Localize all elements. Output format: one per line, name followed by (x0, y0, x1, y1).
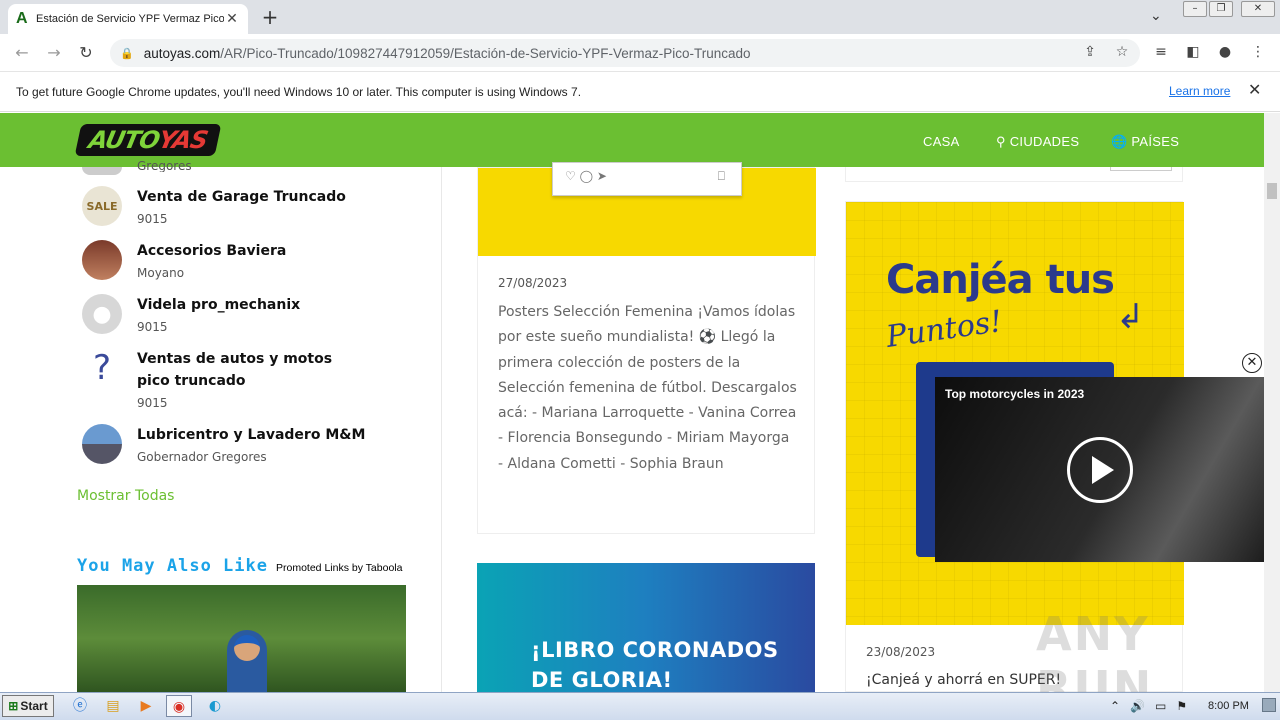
start-button[interactable]: ⊞ Start (2, 695, 54, 717)
profile-avatar-icon[interactable]: ● (1215, 44, 1235, 60)
post-image-phone: ♡ ◯ ➤ ⎕ (552, 162, 742, 196)
business-item[interactable]: Lubricentro y Lavadero M&M Gobernador Gre… (82, 424, 365, 464)
chrome-icon[interactable]: ◉ (166, 695, 192, 717)
nav-home[interactable]: CASA (923, 134, 960, 149)
infobar-close-icon[interactable]: ✕ (1248, 80, 1261, 100)
video-title: Top motorcycles in 2023 (945, 387, 1085, 401)
you-may-also-like-heading: You May Also Like (77, 556, 268, 576)
promoted-image[interactable] (77, 585, 406, 692)
reading-list-icon[interactable]: ≡ (1151, 44, 1171, 60)
url-text: autoyas.com/AR/Pico-Truncado/10982744791… (143, 45, 751, 61)
business-name: Lubricentro y Lavadero M&M (137, 427, 366, 443)
post-card[interactable]: ¡LIBRO CORONADOS DE GLORIA! (477, 563, 815, 692)
business-item[interactable]: Accesorios Baviera Moyano (82, 240, 286, 280)
lock-icon[interactable]: 🔒 (120, 47, 134, 60)
partial-avatar (82, 167, 122, 175)
post-image-heading: Canjéa tus (886, 257, 1115, 303)
show-desktop-button[interactable] (1262, 698, 1276, 712)
business-item[interactable]: ? Ventas de autos y motos pico truncado 9… (82, 348, 367, 410)
business-item[interactable]: ● Videla pro_mechanix 9015 (82, 294, 300, 334)
question-mark-icon: ? (82, 348, 122, 388)
page-scrollbar[interactable] (1264, 113, 1280, 692)
address-bar[interactable]: 🔒 autoyas.com/AR/Pico-Truncado/109827447… (110, 39, 1140, 67)
post-image-title: ¡LIBRO CORONADOS DE GLORIA! (531, 638, 779, 692)
edge-icon[interactable]: ◐ (202, 695, 228, 717)
forward-button[interactable]: → (42, 42, 66, 64)
autoyas-logo[interactable]: AUTOYAS (74, 124, 222, 156)
reload-button[interactable]: ↻ (74, 42, 98, 64)
new-tab-button[interactable]: + (258, 6, 282, 30)
media-player-icon[interactable]: ▶ (133, 695, 159, 717)
system-tray[interactable]: ⌃ 🔊 ▭ ⚑ (1110, 699, 1187, 713)
tab-title: Estación de Servicio YPF Vermaz Pico (36, 13, 224, 25)
update-infobar: To get future Google Chrome updates, you… (0, 72, 1280, 112)
scrollbar-thumb[interactable] (1267, 183, 1277, 199)
windows-taskbar (0, 692, 1280, 720)
business-item[interactable]: SALE Venta de Garage Truncado 9015 (82, 186, 346, 226)
card-bottom-partial (845, 167, 1183, 182)
sale-sign-icon: SALE (82, 186, 122, 226)
post-text: ¡Canjeá y ahorrá en SUPER! (866, 672, 1062, 688)
post-text: Posters Selección Femenina ¡Vamos ídolas… (498, 304, 797, 472)
play-icon[interactable] (1067, 437, 1133, 503)
video-player[interactable]: Top motorcycles in 2023 (935, 377, 1264, 562)
infobar-text: To get future Google Chrome updates, you… (16, 84, 582, 99)
curved-arrow-icon: ↲ (1116, 297, 1145, 337)
business-location: Gobernador Gregores (137, 450, 267, 464)
column-divider (441, 167, 442, 692)
business-location: 9015 (137, 396, 168, 410)
back-button[interactable]: ← (10, 42, 34, 64)
building-photo (82, 424, 122, 464)
restore-button[interactable]: ❐ (1209, 1, 1233, 17)
ie-icon[interactable]: ⓔ (67, 695, 93, 717)
close-window-button[interactable]: ✕ (1241, 1, 1275, 17)
minimize-button[interactable]: – (1183, 1, 1207, 17)
post-card[interactable]: ♡ ◯ ➤ ⎕ 27/08/2023 Posters Selección Fem… (477, 162, 816, 534)
storefront-photo (82, 240, 122, 280)
browser-tab[interactable]: A Estación de Servicio YPF Vermaz Pico ✕ (8, 4, 248, 34)
show-all-link[interactable]: Mostrar Todas (77, 488, 174, 504)
nav-countries[interactable]: 🌐 PAÍSES (1111, 134, 1179, 150)
menu-kebab-icon[interactable]: ⋮ (1248, 44, 1268, 60)
site-favicon-icon: A (16, 10, 28, 27)
tab-search-chevron-icon[interactable]: ⌄ (1150, 8, 1162, 24)
default-user-icon: ● (82, 294, 122, 334)
business-name: Venta de Garage Truncado (137, 189, 346, 205)
post-date: 27/08/2023 (498, 276, 568, 290)
clock: 8:00 PM (1208, 700, 1249, 712)
partial-business-location: Gregores (137, 159, 192, 172)
business-name: Accesorios Baviera (137, 243, 287, 259)
business-location: 9015 (137, 320, 168, 334)
taboola-promoted-link[interactable]: Promoted Links by Taboola (276, 562, 402, 574)
business-name: Ventas de autos y motos pico truncado (137, 351, 333, 389)
business-location: Moyano (137, 266, 185, 280)
business-location: 9015 (137, 212, 168, 226)
tab-close-icon[interactable]: ✕ (224, 11, 240, 27)
nav-cities[interactable]: ⚲ CIUDADES (996, 134, 1079, 150)
post-date: 23/08/2023 (866, 645, 936, 659)
side-panel-icon[interactable]: ◧ (1183, 44, 1203, 60)
bookmark-star-icon[interactable]: ☆ (1112, 44, 1132, 60)
business-name: Videla pro_mechanix (137, 297, 301, 313)
video-close-icon[interactable]: ✕ (1242, 353, 1262, 373)
share-icon[interactable]: ⇪ (1080, 44, 1100, 60)
learn-more-link[interactable]: Learn more (1169, 84, 1230, 98)
explorer-folder-icon[interactable]: ▤ (100, 695, 126, 717)
